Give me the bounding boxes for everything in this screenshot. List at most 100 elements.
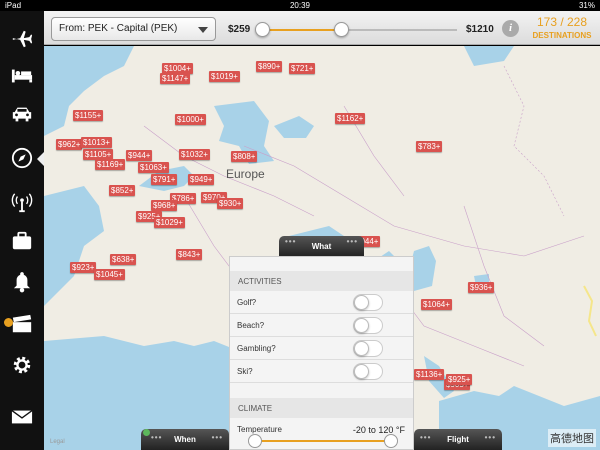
tab-flight[interactable]: ••• Flight ••• xyxy=(414,429,502,450)
grip-dots-left: ••• xyxy=(285,237,297,246)
tab-what-label: What xyxy=(311,242,332,251)
gambling-toggle[interactable] xyxy=(353,340,383,357)
sidebar-item-messages[interactable] xyxy=(0,399,44,435)
price-marker[interactable]: $1013+ xyxy=(81,137,112,148)
temperature-label: Temperature xyxy=(237,425,282,434)
temperature-slider-max-handle[interactable] xyxy=(384,434,398,448)
price-marker[interactable]: $843+ xyxy=(176,249,203,260)
activity-label: Golf? xyxy=(237,298,257,307)
activities-header: ACTIVITIES xyxy=(230,271,413,291)
price-slider-min-handle[interactable] xyxy=(255,22,270,37)
price-marker[interactable]: $808+ xyxy=(231,151,258,162)
sidebar-item-cars[interactable] xyxy=(0,96,44,132)
grip-dots-left: ••• xyxy=(151,433,163,442)
toolbar: From: PEK - Capital (PEK) $259 $1210 i 1… xyxy=(44,11,600,45)
battery-level: 31% xyxy=(578,1,595,10)
price-marker[interactable]: $923+ xyxy=(70,262,97,273)
car-icon xyxy=(12,107,32,122)
notification-badge xyxy=(4,318,13,327)
filter-panel: ACTIVITIES Golf? Beach? Gambling? Ski? C… xyxy=(229,256,414,450)
chevron-down-icon xyxy=(198,27,208,33)
price-marker[interactable]: $930+ xyxy=(217,198,244,209)
region-label: Europe xyxy=(226,167,265,181)
price-marker[interactable]: $1155+ xyxy=(73,110,104,121)
grip-dots-right: ••• xyxy=(211,433,223,442)
gear-icon xyxy=(13,356,31,374)
price-marker[interactable]: $1064+ xyxy=(421,299,452,310)
status-bar: iPad 20:39 31% xyxy=(0,0,600,11)
envelope-icon xyxy=(11,410,33,424)
info-icon[interactable]: i xyxy=(502,20,519,37)
tab-what[interactable]: ••• What ••• xyxy=(279,236,364,257)
ski-toggle[interactable] xyxy=(353,363,383,380)
price-slider-fill xyxy=(262,29,342,31)
price-marker[interactable]: $1000+ xyxy=(175,114,206,125)
compass-icon xyxy=(11,147,33,169)
map-watermark: 高德地图 xyxy=(548,429,596,447)
price-marker[interactable]: $791+ xyxy=(151,174,178,185)
price-marker[interactable]: $638+ xyxy=(110,254,137,265)
sidebar-item-alerts[interactable] xyxy=(0,264,44,300)
activity-label: Ski? xyxy=(237,367,253,376)
sidebar-item-airports[interactable] xyxy=(0,184,44,220)
price-marker[interactable]: $1162+ xyxy=(335,113,366,124)
price-marker[interactable]: $1045+ xyxy=(94,269,125,280)
beach-toggle[interactable] xyxy=(353,317,383,334)
activity-row-gambling: Gambling? xyxy=(230,337,413,360)
grip-dots-left: ••• xyxy=(420,433,432,442)
price-marker[interactable]: $1169+ xyxy=(95,159,126,170)
sidebar-item-deals[interactable] xyxy=(0,306,44,342)
price-slider-max-handle[interactable] xyxy=(334,22,350,37)
price-marker[interactable]: $721+ xyxy=(289,63,316,74)
temperature-slider-track[interactable] xyxy=(254,440,390,442)
sidebar-item-hotels[interactable] xyxy=(0,58,44,94)
tab-flight-label: Flight xyxy=(447,435,469,444)
climate-header: CLIMATE xyxy=(230,398,413,418)
golf-toggle[interactable] xyxy=(353,294,383,311)
activity-label: Gambling? xyxy=(237,344,276,353)
destination-label: DESTINATIONS xyxy=(532,31,592,40)
activity-row-ski: Ski? xyxy=(230,360,413,383)
tab-when-label: When xyxy=(174,435,196,444)
bell-icon xyxy=(13,272,31,293)
price-marker[interactable]: $890+ xyxy=(256,61,283,72)
price-min-label: $259 xyxy=(228,24,251,35)
sidebar-item-flights[interactable] xyxy=(0,21,44,57)
price-marker[interactable]: $1019+ xyxy=(209,71,240,82)
bed-icon xyxy=(11,69,33,83)
clock: 20:39 xyxy=(289,1,311,10)
activity-row-beach: Beach? xyxy=(230,314,413,337)
price-marker[interactable]: $783+ xyxy=(416,141,443,152)
sidebar-item-trips[interactable] xyxy=(0,223,44,259)
tab-when[interactable]: ••• When ••• xyxy=(141,429,229,450)
temperature-slider-min-handle[interactable] xyxy=(248,434,262,448)
price-marker[interactable]: $1032+ xyxy=(179,149,210,160)
airplane-icon xyxy=(12,30,33,48)
clapperboard-icon xyxy=(12,314,32,333)
grip-dots-right: ••• xyxy=(346,237,358,246)
price-max-label: $1210 xyxy=(466,24,494,35)
grip-dots-right: ••• xyxy=(484,433,496,442)
sidebar xyxy=(0,11,44,450)
price-marker[interactable]: $1147+ xyxy=(160,73,191,84)
price-marker[interactable]: $968+ xyxy=(151,200,178,211)
price-marker[interactable]: $1136+ xyxy=(414,369,445,380)
map-corner-label: Legal xyxy=(50,439,65,445)
price-marker[interactable]: $1029+ xyxy=(154,217,185,228)
briefcase-icon xyxy=(12,231,32,250)
price-marker[interactable]: $944+ xyxy=(126,150,153,161)
destination-count: 173 / 228 xyxy=(536,15,588,29)
activity-label: Beach? xyxy=(237,321,265,330)
price-marker[interactable]: $925+ xyxy=(446,374,473,385)
price-marker[interactable]: $962+ xyxy=(56,139,83,150)
price-marker[interactable]: $1063+ xyxy=(138,162,169,173)
check-icon xyxy=(143,429,150,436)
price-marker[interactable]: $949+ xyxy=(188,174,215,185)
price-marker[interactable]: $936+ xyxy=(468,282,495,293)
price-marker[interactable]: $852+ xyxy=(109,185,136,196)
origin-select[interactable]: From: PEK - Capital (PEK) xyxy=(51,17,216,41)
sidebar-item-settings[interactable] xyxy=(0,347,44,383)
radio-tower-icon xyxy=(11,193,33,213)
temperature-value: -20 to 120 °F xyxy=(352,425,405,435)
origin-select-label: From: PEK - Capital (PEK) xyxy=(59,23,178,34)
